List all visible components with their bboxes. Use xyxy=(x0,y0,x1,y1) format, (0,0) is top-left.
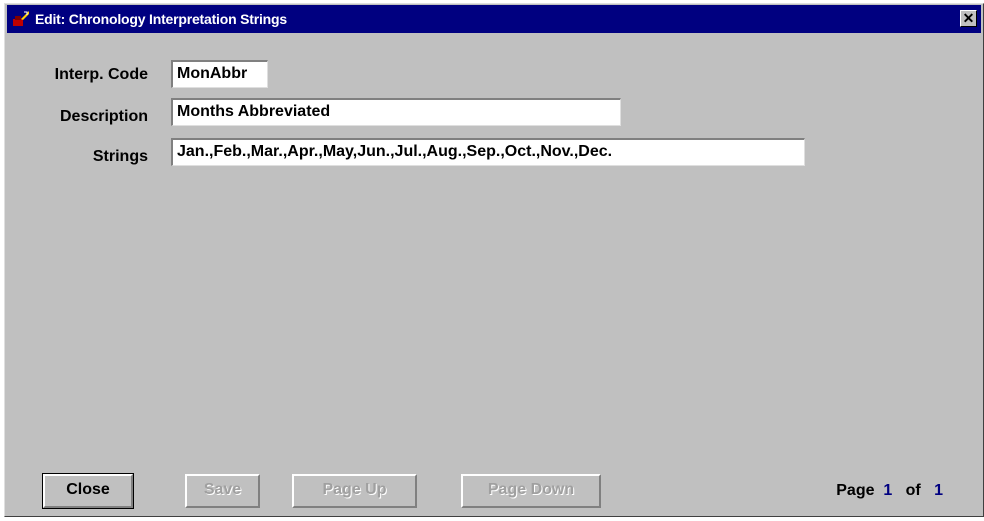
app-icon xyxy=(13,11,29,26)
interp-code-label: Interp. Code xyxy=(54,66,148,83)
edit-window: Edit: Chronology Interpretation Strings … xyxy=(4,3,984,517)
description-label: Description xyxy=(59,108,148,125)
close-window-button[interactable]: ✕ xyxy=(960,10,977,27)
close-button[interactable]: Close xyxy=(42,473,134,509)
close-icon: ✕ xyxy=(962,10,975,26)
window-title: Edit: Chronology Interpretation Strings xyxy=(35,11,287,27)
page-indicator: Page 1 of 1 xyxy=(836,482,943,500)
page-of-label: of xyxy=(905,482,921,499)
description-input[interactable]: Months Abbreviated xyxy=(171,98,621,126)
total-pages: 1 xyxy=(934,482,943,499)
title-bar[interactable]: Edit: Chronology Interpretation Strings … xyxy=(7,5,981,33)
save-button[interactable]: Save xyxy=(185,474,260,508)
strings-input[interactable]: Jan.,Feb.,Mar.,Apr.,May,Jun.,Jul.,Aug.,S… xyxy=(171,138,805,166)
page-up-button[interactable]: Page Up xyxy=(292,474,417,508)
current-page: 1 xyxy=(883,482,893,499)
strings-label: Strings xyxy=(92,148,148,165)
interp-code-input[interactable]: MonAbbr xyxy=(171,60,268,88)
page-down-button[interactable]: Page Down xyxy=(461,474,601,508)
page-label: Page xyxy=(836,482,875,499)
